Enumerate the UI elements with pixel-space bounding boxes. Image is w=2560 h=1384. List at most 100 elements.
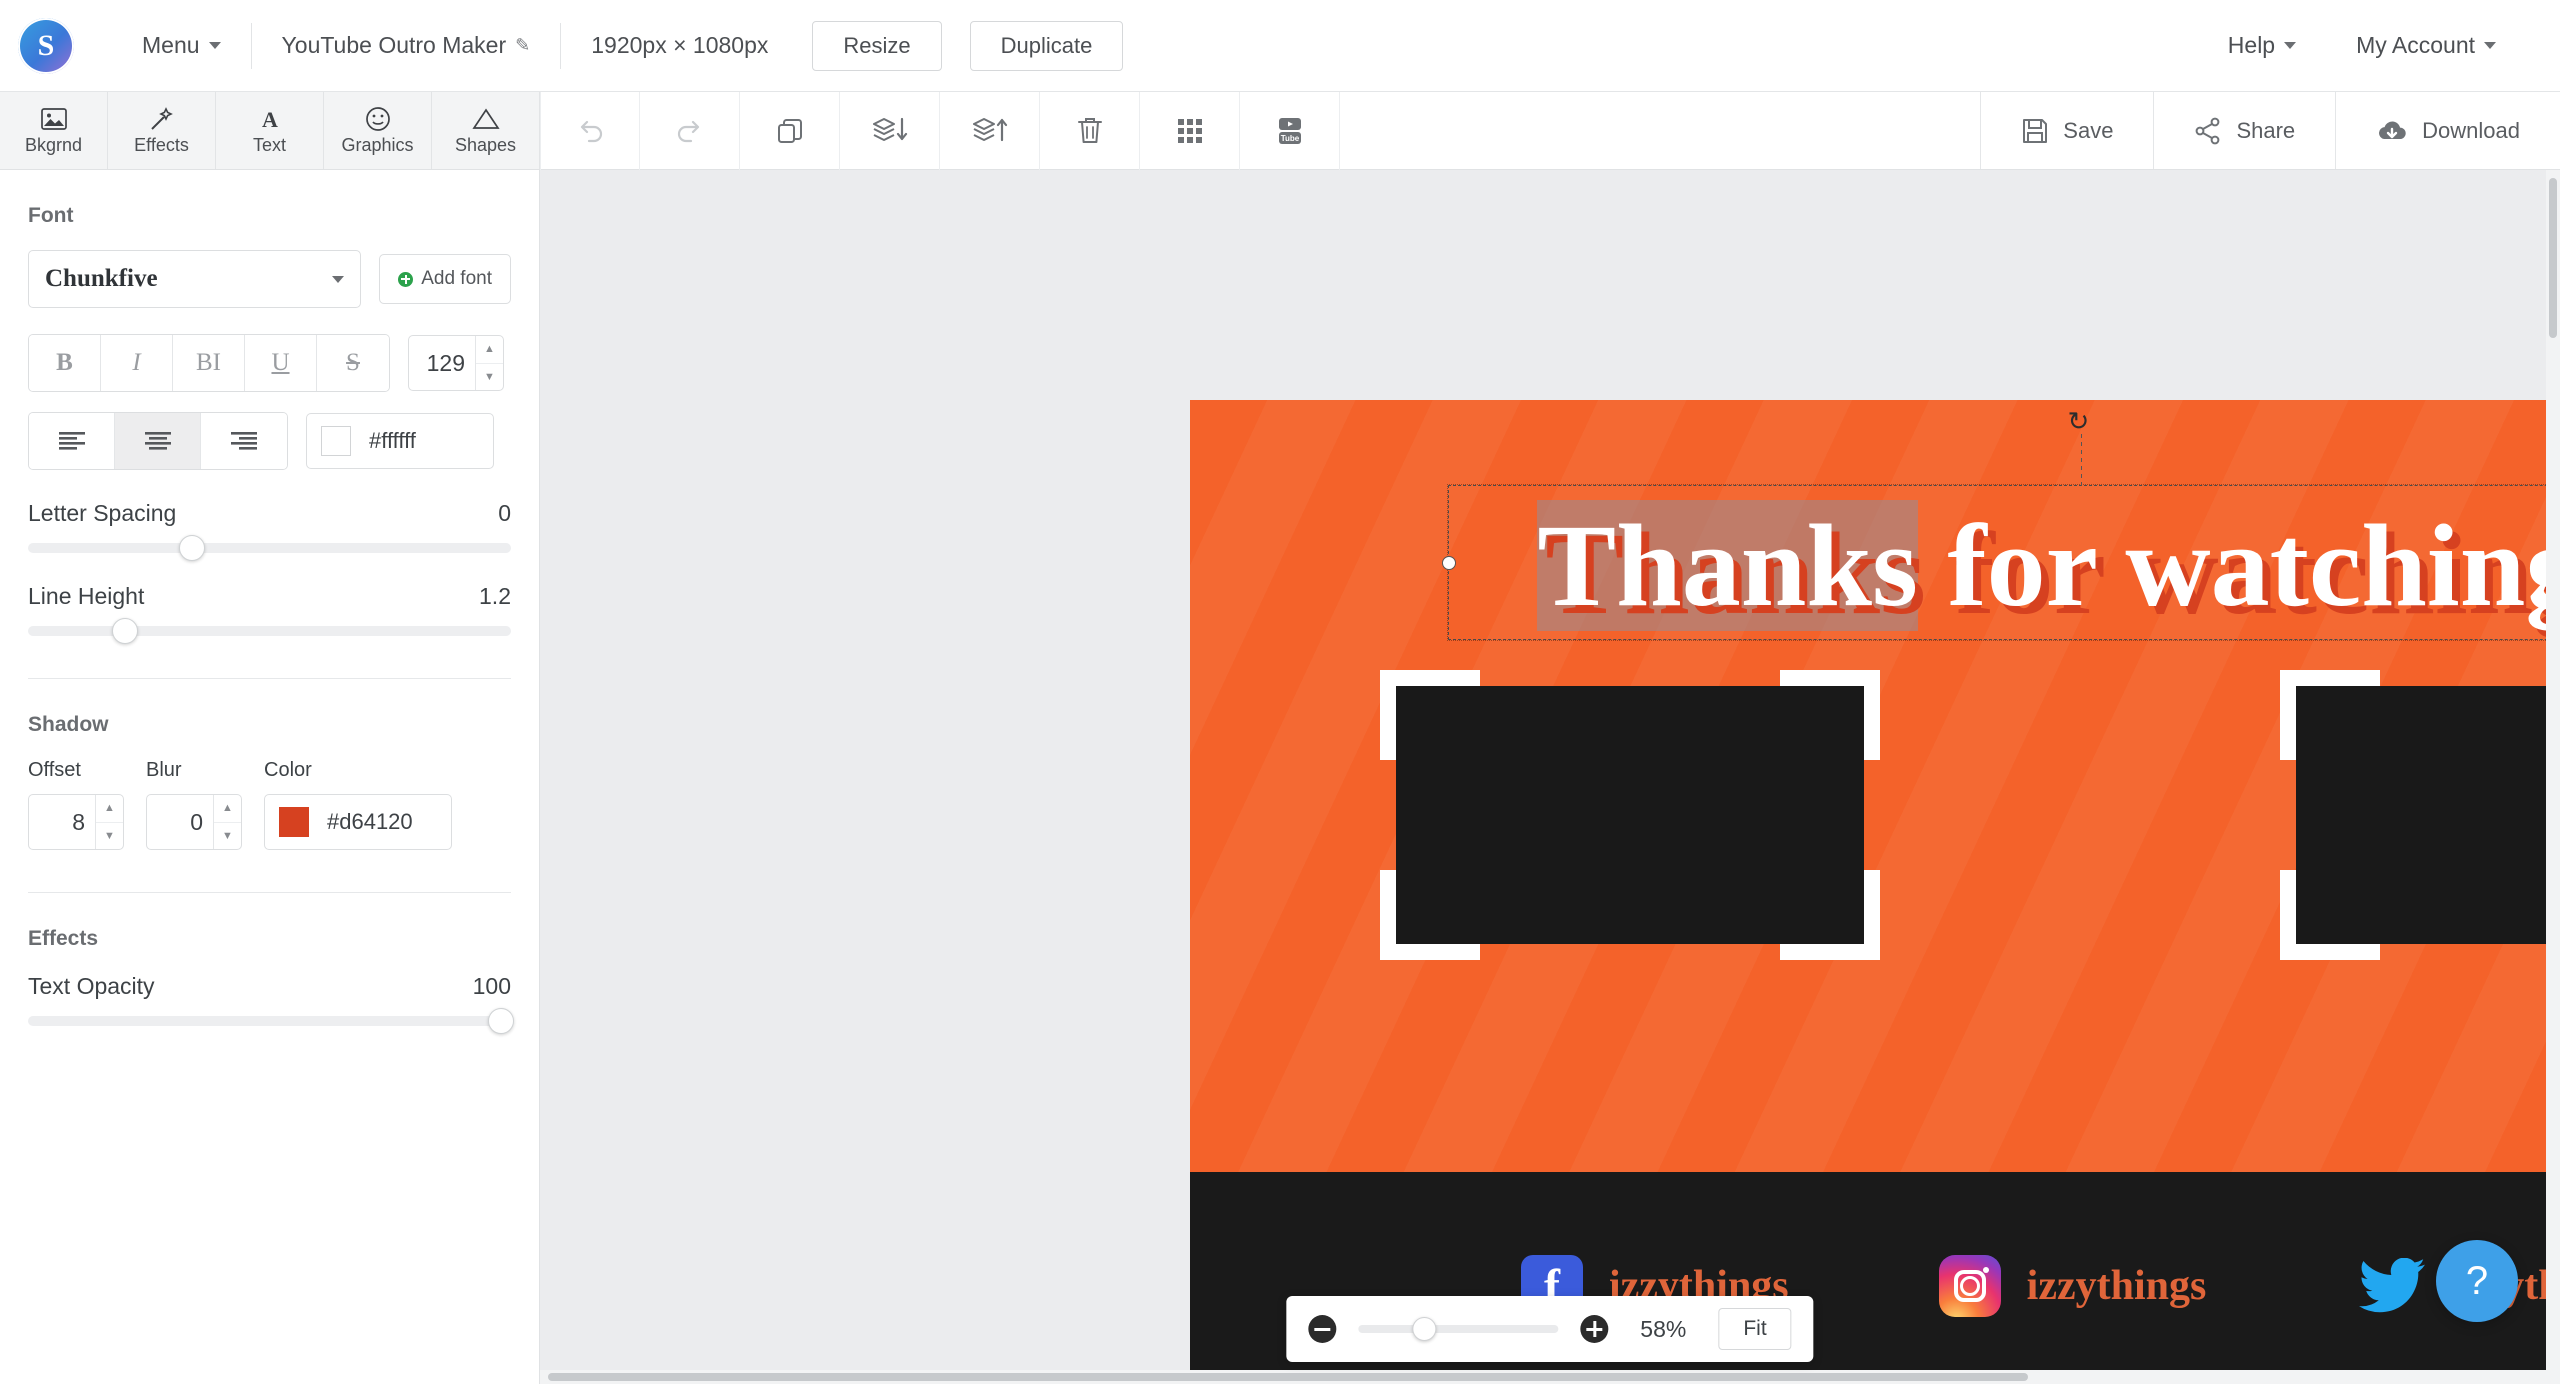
- bring-forward-button[interactable]: [940, 91, 1040, 170]
- svg-text:Tube: Tube: [1280, 134, 1299, 143]
- duplicate-layer-button[interactable]: [740, 91, 840, 170]
- project-title[interactable]: YouTube Outro Maker ✎: [252, 20, 561, 72]
- add-font-label: Add font: [421, 268, 492, 289]
- shadow-offset-stepper[interactable]: ▲ ▼: [28, 794, 124, 850]
- vertical-scrollbar[interactable]: [2546, 170, 2560, 1384]
- pencil-icon[interactable]: ✎: [515, 35, 530, 56]
- youtube-button[interactable]: Tube: [1240, 91, 1340, 170]
- horizontal-scrollbar[interactable]: [540, 1370, 2546, 1384]
- share-button[interactable]: Share: [2153, 92, 2335, 169]
- line-height-knob[interactable]: [111, 618, 138, 644]
- shadow-color-field[interactable]: #d64120: [264, 794, 452, 850]
- font-size-stepper[interactable]: ▲ ▼: [408, 335, 504, 391]
- download-button[interactable]: Download: [2335, 92, 2560, 169]
- text-opacity-knob[interactable]: [488, 1008, 515, 1034]
- tool-tab-graphics[interactable]: Graphics: [324, 92, 432, 169]
- shadow-blur-label: Blur: [146, 759, 182, 781]
- undo-button[interactable]: [540, 91, 640, 170]
- align-and-color-row: #ffffff: [28, 412, 511, 470]
- letter-spacing-knob[interactable]: [179, 535, 206, 561]
- letter-spacing-label: Letter Spacing: [28, 500, 177, 526]
- shadow-blur-increase[interactable]: ▲: [214, 795, 241, 823]
- align-right-button[interactable]: [201, 413, 287, 469]
- chevron-down-icon: [2284, 42, 2297, 49]
- download-cloud-icon: [2376, 118, 2408, 144]
- zoom-fit-button[interactable]: Fit: [1718, 1308, 1792, 1350]
- align-left-button[interactable]: [29, 413, 115, 469]
- delete-button[interactable]: [1040, 91, 1140, 170]
- tool-tab-bkgrnd[interactable]: Bkgrnd: [0, 92, 108, 169]
- effects-section-title: Effects: [28, 927, 99, 950]
- shadow-blur-decrease[interactable]: ▼: [214, 823, 241, 850]
- rotate-handle-icon[interactable]: ↻: [2068, 408, 2094, 434]
- text-color-field[interactable]: #ffffff: [306, 413, 494, 469]
- share-label: Share: [2236, 117, 2296, 143]
- vertical-scroll-thumb[interactable]: [2549, 178, 2557, 338]
- svg-text:A: A: [262, 107, 278, 131]
- tool-tab-shapes[interactable]: Shapes: [432, 92, 540, 169]
- menu-button[interactable]: Menu: [112, 20, 251, 72]
- underline-button[interactable]: U: [245, 335, 317, 391]
- zoom-slider-knob[interactable]: [1412, 1317, 1437, 1341]
- font-row: Chunkfive Add font: [28, 250, 511, 308]
- save-button[interactable]: Save: [1980, 92, 2153, 169]
- zoom-in-button[interactable]: [1580, 1315, 1609, 1343]
- twitter-icon: [2356, 1255, 2428, 1317]
- shadow-offset-decrease[interactable]: ▼: [96, 823, 123, 850]
- duplicate-button[interactable]: Duplicate: [969, 20, 1124, 71]
- resize-button[interactable]: Resize: [812, 20, 942, 71]
- add-font-button[interactable]: Add font: [379, 254, 511, 304]
- help-menu[interactable]: Help: [2198, 20, 2326, 72]
- font-size-decrease[interactable]: ▼: [476, 364, 503, 391]
- font-family-value: Chunkfive: [45, 265, 158, 292]
- shadow-blur-stepper[interactable]: ▲ ▼: [146, 794, 242, 850]
- shadow-blur-group: Blur ▲ ▼: [146, 759, 242, 850]
- shadow-color-swatch[interactable]: [279, 807, 309, 837]
- canvas-dimensions: 1920px × 1080px: [561, 20, 798, 72]
- tool-tab-label: Shapes: [454, 134, 517, 155]
- shadow-offset-input[interactable]: [29, 795, 95, 849]
- text-opacity-track[interactable]: [28, 1008, 515, 1034]
- account-menu[interactable]: My Account: [2326, 20, 2526, 72]
- tool-tab-text[interactable]: A Text: [216, 92, 324, 169]
- redo-button[interactable]: [640, 91, 740, 170]
- toolbar-right-group: Save Share Download: [1980, 92, 2560, 169]
- font-family-select[interactable]: Chunkfive: [28, 250, 362, 308]
- strikethrough-button[interactable]: S: [317, 335, 389, 391]
- text-color-swatch[interactable]: [321, 426, 351, 456]
- app-logo[interactable]: S: [18, 17, 74, 74]
- resize-handle-left[interactable]: [1442, 555, 1456, 570]
- plus-icon: [398, 271, 414, 287]
- video-frame-right[interactable]: [2280, 670, 2560, 960]
- font-style-group: B I BI U S: [28, 334, 390, 392]
- font-size-input[interactable]: [409, 336, 475, 390]
- rotation-line: [2080, 434, 2082, 486]
- download-label: Download: [2422, 117, 2520, 143]
- tool-tab-label: Graphics: [341, 134, 414, 155]
- letter-spacing-track[interactable]: [28, 535, 511, 561]
- zoom-slider-track[interactable]: [1358, 1317, 1559, 1341]
- shadow-offset-increase[interactable]: ▲: [96, 795, 123, 823]
- canvas-area[interactable]: Thanks for watching! ↻ f izzythings izzy…: [540, 170, 2560, 1384]
- shadow-section-title: Shadow: [28, 713, 109, 736]
- video-frame-left[interactable]: [1380, 670, 1880, 960]
- send-backward-button[interactable]: [840, 91, 940, 170]
- bold-italic-button[interactable]: BI: [173, 335, 245, 391]
- horizontal-scroll-thumb[interactable]: [548, 1373, 2028, 1381]
- zoom-out-button[interactable]: [1308, 1315, 1337, 1343]
- shadow-color-group: Color #d64120: [264, 759, 452, 850]
- bold-button[interactable]: B: [29, 335, 101, 391]
- align-center-button[interactable]: [115, 413, 201, 469]
- shadow-blur-input[interactable]: [147, 795, 213, 849]
- artboard[interactable]: Thanks for watching! ↻ f izzythings izzy…: [1190, 400, 2560, 1384]
- font-size-increase[interactable]: ▲: [476, 336, 503, 364]
- line-height-track[interactable]: [28, 618, 511, 644]
- shadow-color-value: #d64120: [327, 809, 413, 834]
- text-opacity-head: Text Opacity 100: [28, 973, 511, 1000]
- video-placeholder: [1396, 686, 1864, 944]
- help-fab-button[interactable]: ?: [2436, 1240, 2518, 1322]
- social-instagram[interactable]: izzythings: [1938, 1255, 2206, 1317]
- italic-button[interactable]: I: [101, 335, 173, 391]
- tool-tab-effects[interactable]: Effects: [108, 92, 216, 169]
- grid-button[interactable]: [1140, 91, 1240, 170]
